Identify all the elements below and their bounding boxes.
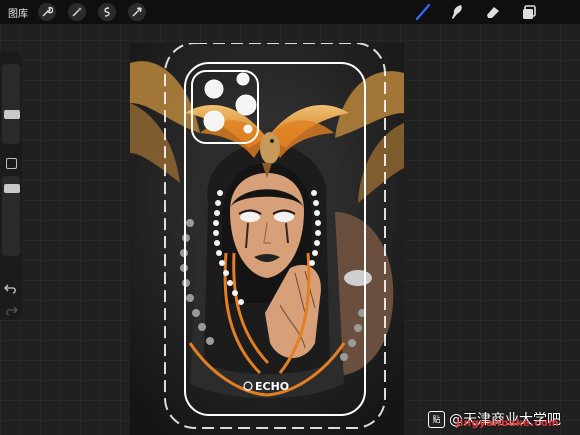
magic-wand-icon[interactable] bbox=[68, 3, 86, 21]
opacity-thumb[interactable] bbox=[4, 184, 20, 193]
artwork-canvas[interactable]: ECHO bbox=[130, 43, 404, 435]
right-eye bbox=[274, 212, 294, 222]
redo-icon[interactable] bbox=[4, 302, 18, 321]
brush-icon[interactable] bbox=[414, 3, 432, 21]
left-eye bbox=[240, 212, 260, 222]
top-toolbar: 图库 bbox=[0, 0, 580, 24]
selection-icon[interactable] bbox=[98, 3, 116, 21]
opacity-slider[interactable] bbox=[2, 176, 20, 256]
tieba-logo-icon: 贴 bbox=[428, 410, 445, 428]
brand-label: ECHO bbox=[255, 380, 289, 393]
transform-arrow-icon[interactable] bbox=[128, 3, 146, 21]
modify-button[interactable] bbox=[6, 158, 17, 169]
wrench-icon[interactable] bbox=[38, 3, 56, 21]
tattoo-illustration: ECHO bbox=[130, 43, 404, 435]
watermark-url: jingyanbake.com bbox=[456, 418, 560, 429]
layers-icon[interactable] bbox=[520, 3, 538, 21]
brush-size-slider[interactable] bbox=[2, 64, 20, 144]
gallery-button[interactable]: 图库 bbox=[8, 5, 28, 20]
left-sidebar bbox=[0, 52, 22, 320]
undo-icon[interactable] bbox=[4, 280, 18, 299]
brush-size-thumb[interactable] bbox=[4, 110, 20, 119]
eraser-icon[interactable] bbox=[484, 3, 502, 21]
smudge-icon[interactable] bbox=[448, 3, 466, 21]
